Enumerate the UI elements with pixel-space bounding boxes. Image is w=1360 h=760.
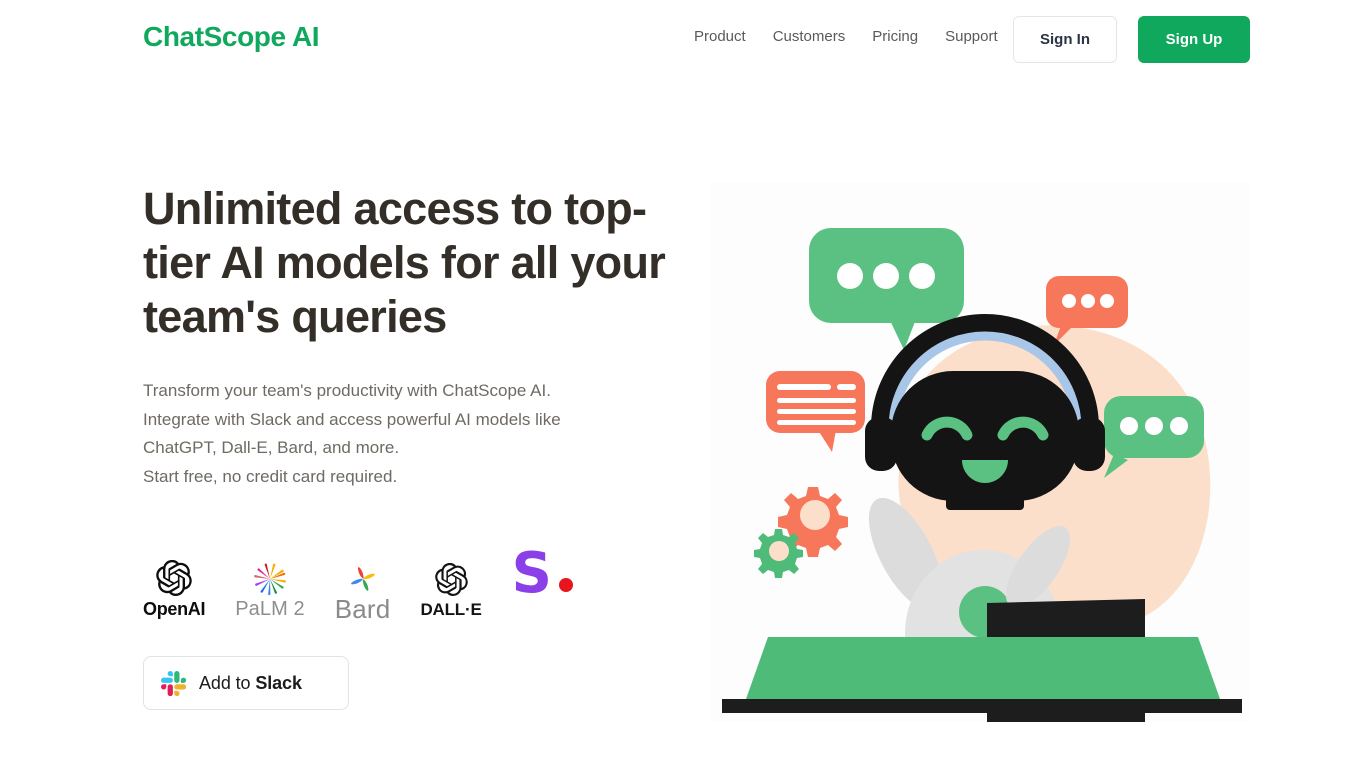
subcopy-line: Start free, no credit card required. (143, 466, 398, 486)
desk-top (746, 637, 1220, 699)
nav-link-product[interactable]: Product (694, 28, 746, 45)
hero-subcopy: Transform your team's productivity with … (143, 377, 683, 491)
subcopy-line: ChatGPT, Dall-E, Bard, and more. (143, 438, 400, 457)
logo-label-dalle: DALL·E (420, 600, 482, 619)
nav-link-customers[interactable]: Customers (773, 28, 846, 45)
bard-sparkle-icon (350, 567, 375, 591)
robot-ear-left (865, 417, 897, 471)
logo-openai: OpenAI (143, 550, 206, 620)
sign-up-button[interactable]: Sign Up (1138, 16, 1250, 63)
add-to-slack-label: Add to Slack (199, 673, 302, 694)
dalle-openai-icon (434, 563, 468, 596)
slack-label-brand: Slack (255, 672, 302, 693)
nav-link-pricing[interactable]: Pricing (872, 28, 918, 45)
brand-logo[interactable]: ChatScope AI (143, 21, 320, 53)
hero-illustration (710, 182, 1250, 722)
stability-dot-icon (558, 578, 573, 592)
desk-edge (722, 699, 1242, 713)
stability-s-glyph: S (511, 541, 552, 606)
robot-ear-right (1073, 417, 1105, 471)
slack-label-prefix: Add to (199, 672, 256, 693)
palm2-pinwheel-icon (254, 563, 286, 596)
site-header: ChatScope AI Product Customers Pricing S… (0, 0, 1360, 80)
main-navigation: Product Customers Pricing Support (694, 28, 998, 45)
logo-label-openai: OpenAI (143, 599, 206, 619)
sign-in-button[interactable]: Sign In (1013, 16, 1117, 63)
logo-label-palm2: PaLM 2 (235, 598, 305, 620)
subcopy-line: Transform your team's productivity with … (143, 381, 551, 400)
hero-section: Unlimited access to top-tier AI models f… (0, 182, 1360, 727)
subcopy-line: Integrate with Slack and access powerful… (143, 409, 561, 429)
orange-message-bubble-lines (766, 371, 865, 452)
openai-icon (156, 560, 192, 596)
auth-buttons: Sign In Sign Up (1013, 16, 1250, 63)
logo-stability: S (511, 541, 573, 620)
page-title: Unlimited access to top-tier AI models f… (143, 183, 666, 342)
desk (722, 637, 1242, 713)
nav-link-support[interactable]: Support (945, 28, 998, 45)
landing-page: ChatScope AI Product Customers Pricing S… (0, 0, 1360, 760)
logo-bard: Bard (334, 550, 391, 624)
logo-label-bard: Bard (334, 594, 391, 624)
slack-icon (161, 670, 186, 696)
logo-dalle: DALL·E (420, 550, 482, 620)
add-to-slack-button[interactable]: Add to Slack (143, 656, 349, 710)
logo-palm2: PaLM 2 (235, 550, 305, 620)
robot-chat-illustration (722, 228, 1242, 722)
gear-green (754, 529, 803, 578)
hero-copy: Unlimited access to top-tier AI models f… (143, 182, 703, 710)
ai-model-logo-strip: OpenAI PaLM 2 Bard DALL·E S (143, 541, 573, 624)
